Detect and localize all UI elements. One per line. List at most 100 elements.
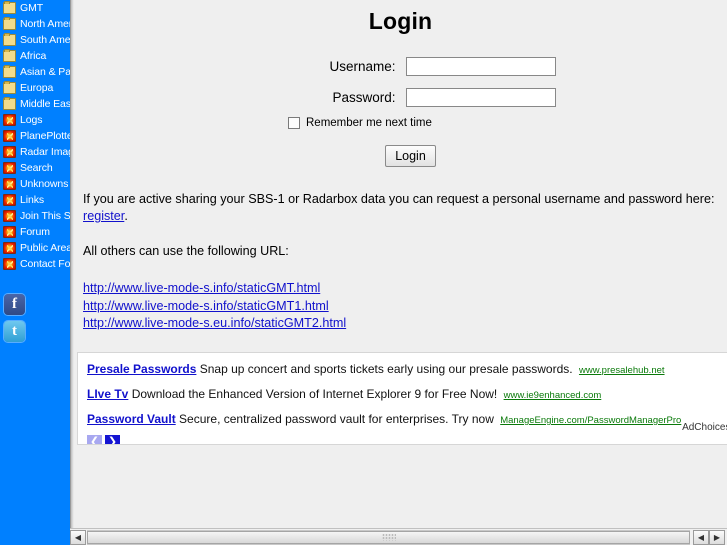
ad-item: LIve Tv Download the Enhanced Version of… [78, 387, 727, 403]
ad-description: Secure, centralized password vault for e… [179, 412, 494, 426]
sidebar-item-search[interactable]: Search [0, 160, 70, 176]
scrollbar-thumb[interactable] [87, 530, 690, 544]
scroll-left-button[interactable]: ◀ [70, 529, 86, 545]
ad-item: Presale Passwords Snap up concert and sp… [78, 362, 727, 378]
sidebar-item-unknowns[interactable]: Unknowns [0, 176, 70, 192]
burst-icon [3, 130, 16, 142]
folder-icon [3, 49, 16, 62]
sidebar-item-label: Contact Form [20, 258, 70, 270]
sidebar-item-planeplotter-live[interactable]: PlanePlotter Live [0, 128, 70, 144]
burst-icon [3, 242, 16, 254]
intro-paragraph: If you are active sharing your SBS-1 or … [74, 191, 727, 225]
sidebar-folder-list: GMT North America South America Africa Asian… [0, 0, 70, 112]
sidebar-item-north-america[interactable]: North America [0, 16, 70, 32]
sidebar-item-middle-east[interactable]: Middle East [0, 96, 70, 112]
static-url-link[interactable]: http://www.live-mode-s.info/staticGMT.ht… [83, 280, 320, 298]
twitter-icon[interactable]: t [4, 321, 25, 342]
sidebar-item-label: Africa [20, 50, 47, 62]
scroll-corner-right-button[interactable]: ▶ [709, 529, 725, 545]
sidebar-item-label: Forum [20, 226, 50, 238]
burst-icon [3, 210, 16, 222]
sidebar-item-label: North America [20, 18, 70, 30]
burst-icon [3, 114, 16, 126]
ad-url-link[interactable]: www.presalehub.net [579, 365, 665, 376]
scroll-corner-left-button[interactable]: ◀ [693, 529, 709, 545]
sidebar-item-label: Links [20, 194, 45, 206]
ad-next-arrow-icon[interactable]: ❯ [105, 435, 120, 444]
sidebar-item-label: Search [20, 162, 53, 174]
sidebar-item-logs[interactable]: Logs [0, 112, 70, 128]
facebook-icon[interactable]: f [4, 294, 25, 315]
sidebar-item-forum[interactable]: Forum [0, 224, 70, 240]
sidebar-item-gmt[interactable]: GMT [0, 0, 70, 16]
sidebar-item-label: Logs [20, 114, 43, 126]
password-label: Password: [332, 90, 396, 105]
social-links: ft [0, 294, 70, 342]
sidebar-item-public-area[interactable]: Public Area [0, 240, 70, 256]
sidebar-item-label: Asian & Pacific [20, 66, 70, 78]
folder-icon [3, 17, 16, 30]
sidebar-item-label: GMT [20, 2, 44, 14]
main-content: Login Username: Password: Remember me ne… [74, 0, 727, 530]
sidebar-item-europa[interactable]: Europa [0, 80, 70, 96]
sidebar-item-africa[interactable]: Africa [0, 48, 70, 64]
sidebar-item-label: South America [20, 34, 70, 46]
page-title: Login [368, 8, 433, 34]
sidebar-item-label: PlanePlotter Live [20, 130, 70, 142]
folder-icon [3, 33, 16, 46]
ad-url-link[interactable]: ManageEngine.com/PasswordManagerPro [500, 415, 681, 426]
sidebar-item-label: Radar Images [20, 146, 70, 158]
adchoices-label[interactable]: AdChoices [ [682, 422, 727, 433]
ad-url-link[interactable]: www.ie9enhanced.com [504, 390, 602, 401]
static-url-link[interactable]: http://www.live-mode-s.info/staticGMT1.h… [83, 298, 329, 316]
intro-text-after: . [124, 209, 128, 223]
username-label: Username: [329, 59, 396, 74]
static-url-list: http://www.live-mode-s.info/staticGMT.ht… [74, 280, 727, 333]
sidebar-item-label: Europa [20, 82, 54, 94]
sidebar-item-label: Unknowns [20, 178, 69, 190]
folder-icon [3, 65, 16, 78]
sidebar-item-south-america[interactable]: South America [0, 32, 70, 48]
burst-icon [3, 194, 16, 206]
burst-icon [3, 258, 16, 270]
remember-me-checkbox[interactable] [288, 117, 300, 129]
horizontal-scrollbar[interactable]: ◀ ◀ ▶ [70, 528, 727, 545]
sidebar-item-label: Middle East [20, 98, 70, 110]
static-url-link[interactable]: http://www.live-mode-s.eu.info/staticGMT… [83, 315, 346, 333]
remember-me-row: Remember me next time [288, 117, 727, 129]
ad-title-link[interactable]: LIve Tv [87, 387, 128, 401]
sidebar-item-radar-images[interactable]: Radar Images [0, 144, 70, 160]
burst-icon [3, 226, 16, 238]
ad-description: Snap up concert and sports tickets early… [199, 362, 573, 376]
scrollbar-corner-buttons: ◀ ▶ [693, 529, 727, 545]
username-row: Username: [74, 57, 727, 76]
burst-icon [3, 162, 16, 174]
ad-title-link[interactable]: Presale Passwords [87, 362, 196, 376]
password-input[interactable] [405, 88, 556, 107]
intro-text-before: If you are active sharing your SBS-1 or … [83, 192, 715, 206]
username-input[interactable] [405, 57, 556, 76]
sidebar-item-links[interactable]: Links [0, 192, 70, 208]
submit-row: Login [74, 145, 727, 167]
social-glyph: f [12, 296, 17, 312]
sidebar-bottom-fill [0, 528, 70, 545]
sidebar-item-label: Join This Site [20, 210, 70, 222]
social-glyph: t [12, 323, 17, 339]
sidebar-item-asian-pacific[interactable]: Asian & Pacific [0, 64, 70, 80]
sidebar-link-list: Logs PlanePlotter Live Radar Images Search U… [0, 112, 70, 272]
folder-icon [3, 81, 16, 94]
ad-pagination: ❮ ❯ [78, 435, 727, 444]
login-button[interactable]: Login [385, 145, 436, 167]
browser-page: GMT North America South America Africa Asian… [0, 0, 727, 545]
sidebar-item-contact-form[interactable]: Contact Form [0, 256, 70, 272]
sidebar-item-label: Public Area [20, 242, 70, 254]
scrollbar-track[interactable] [87, 529, 690, 545]
remember-me-label: Remember me next time [306, 117, 432, 129]
ad-title-link[interactable]: Password Vault [87, 412, 176, 426]
burst-icon [3, 178, 16, 190]
ad-prev-arrow-icon[interactable]: ❮ [87, 435, 102, 444]
password-row: Password: [74, 88, 727, 107]
register-link[interactable]: register [83, 209, 124, 223]
sidebar-item-join-this-site[interactable]: Join This Site [0, 208, 70, 224]
folder-icon [3, 1, 16, 14]
